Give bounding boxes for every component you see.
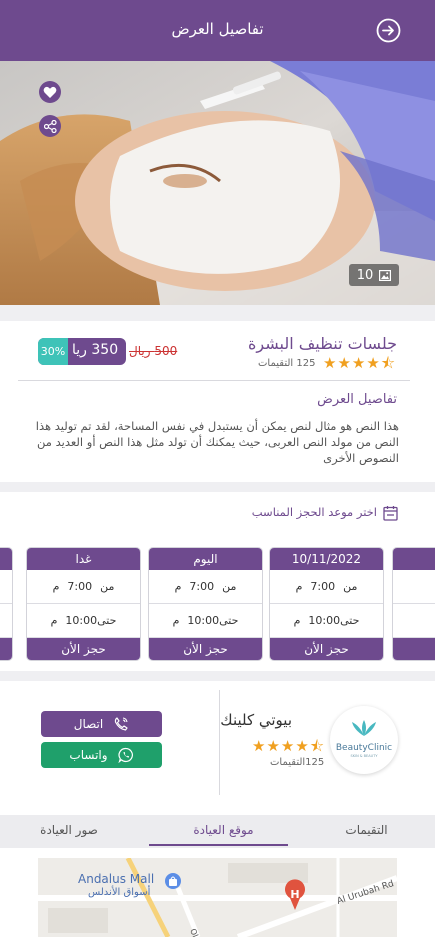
clinic-rating-stars: ★ ★ ★ ★ ⯪	[252, 739, 324, 754]
section-gap	[0, 671, 435, 681]
tab-clinic-photos[interactable]: صور العيادة	[0, 815, 138, 848]
clinic-logo[interactable]: BeautyClinic SKIN & BEAUTY	[330, 706, 398, 774]
slot-day: غدا	[27, 548, 140, 570]
offer-title: جلسات تنظيف البشرة	[248, 334, 397, 353]
star-full-icon: ★	[366, 354, 380, 372]
top-bar: تفاصيل العرض	[0, 0, 435, 61]
clinic-name: بيوتي كلينك	[220, 711, 292, 729]
slot-from-label: من	[343, 580, 358, 593]
old-price: 500 ريال	[129, 344, 178, 358]
arrow-right-circle-icon	[376, 18, 401, 43]
slot-to-time: حتى10:00	[308, 614, 360, 627]
star-full-icon: ★	[351, 354, 366, 372]
details-text: هذا النص هو مثال لنص يمكن أن يستبدل في ن…	[35, 419, 399, 465]
section-gap	[0, 482, 435, 492]
booking-slot-partial[interactable]	[0, 547, 13, 661]
vertical-divider	[219, 690, 220, 795]
book-now-button[interactable]: حجز الأن	[27, 638, 140, 660]
book-now-button[interactable]: حجز الأن	[270, 638, 383, 660]
details-heading: تفاصيل العرض	[317, 392, 397, 407]
whatsapp-button[interactable]: واتساب	[41, 742, 162, 768]
slot-from: من 7:00 م	[149, 570, 262, 604]
offer-ratings-count: 125 التقيمات	[258, 358, 316, 369]
slot-from-time: 7:00	[67, 580, 93, 593]
clinic-logo-image: BeautyClinic SKIN & BEAUTY	[336, 720, 392, 758]
section-gap	[0, 305, 435, 321]
star-full-icon: ★	[323, 354, 337, 372]
slot-from: من 7:00 م	[270, 570, 383, 604]
clinic-logo-text: BeautyClinic	[336, 743, 392, 753]
image-count: 10	[356, 267, 374, 283]
slot-from-ampm: م	[295, 580, 303, 593]
price-tag: 30% 350 ريا	[38, 338, 126, 365]
slot-from-time: 7:00	[189, 580, 215, 593]
slot-from: من 7:00 م	[27, 570, 140, 604]
call-label: اتصال	[73, 717, 104, 731]
slot-to-ampm: م	[50, 614, 58, 627]
booking-heading: اختر موعد الحجز المناسب	[251, 505, 377, 519]
shopping-bag-icon	[165, 873, 181, 889]
slot-to-ampm: م	[293, 614, 301, 627]
map-mall-ar: أسواق الأندلس	[88, 885, 151, 898]
app-root: تفاصيل العرض 10 جلسات تنظيف البشرة ★ ★ ★…	[0, 0, 435, 937]
star-half-icon: ⯪	[309, 737, 325, 755]
map-mall-en: Andalus Mall	[78, 872, 154, 886]
gallery-icon	[379, 269, 392, 281]
current-price: 350 ريا	[72, 342, 119, 358]
slot-from-ampm: م	[52, 580, 60, 593]
back-button[interactable]	[376, 18, 401, 43]
booking-slot[interactable]: 10/11/2022 من 7:00 م حتى10:00 م حجز الأن	[269, 547, 384, 661]
booking-slot-partial[interactable]	[392, 547, 435, 661]
offer-rating-stars: ★ ★ ★ ★ ⯪	[323, 356, 395, 371]
book-now-button[interactable]: حجز الأن	[149, 638, 262, 660]
slot-from-time: 7:00	[310, 580, 336, 593]
active-tab-indicator	[149, 844, 288, 846]
page-title: تفاصيل العرض	[171, 20, 264, 38]
clinic-logo-subtext: SKIN & BEAUTY	[351, 754, 379, 758]
favorite-button[interactable]	[39, 81, 61, 103]
discount-badge: 30%	[38, 338, 68, 365]
calendar-icon	[383, 506, 398, 521]
clinic-ratings-count: 125التقيمات	[270, 757, 325, 768]
booking-slot[interactable]: اليوم من 7:00 م حتى10:00 م حجز الأن	[148, 547, 263, 661]
call-button[interactable]: اتصال	[41, 711, 162, 737]
heart-icon	[43, 86, 57, 98]
star-full-icon: ★	[252, 737, 266, 755]
slot-to-time: حتى10:00	[65, 614, 117, 627]
slot-from-label: من	[100, 580, 115, 593]
phone-icon	[115, 717, 128, 731]
star-full-icon: ★	[280, 737, 295, 755]
booking-slot[interactable]: غدا من 7:00 م حتى10:00 م حجز الأن	[26, 547, 141, 661]
image-count-badge[interactable]: 10	[349, 264, 399, 286]
slot-from-ampm: م	[174, 580, 182, 593]
whatsapp-icon	[117, 747, 133, 763]
slot-to: حتى10:00 م	[149, 604, 262, 638]
svg-text:H: H	[290, 888, 299, 901]
whatsapp-label: واتساب	[69, 748, 108, 762]
share-icon	[43, 119, 57, 133]
clinic-map[interactable]: Andalus Mall أسواق الأندلس Al Urubah Rd …	[38, 858, 397, 937]
tab-ratings[interactable]: التقيمات	[298, 815, 435, 848]
slot-to: حتى10:00 م	[270, 604, 383, 638]
share-button[interactable]	[39, 115, 61, 137]
map-image: Andalus Mall أسواق الأندلس Al Urubah Rd …	[38, 858, 397, 937]
slot-to: حتى10:00 م	[27, 604, 140, 638]
star-half-icon: ⯪	[380, 354, 396, 372]
star-full-icon: ★	[337, 354, 351, 372]
slot-from-label: من	[222, 580, 237, 593]
slot-to-ampm: م	[172, 614, 180, 627]
star-full-icon: ★	[266, 737, 280, 755]
slot-day: اليوم	[149, 548, 262, 570]
slot-to-time: حتى10:00	[187, 614, 239, 627]
divider	[18, 380, 410, 381]
slot-day: 10/11/2022	[270, 548, 383, 570]
star-full-icon: ★	[295, 737, 309, 755]
